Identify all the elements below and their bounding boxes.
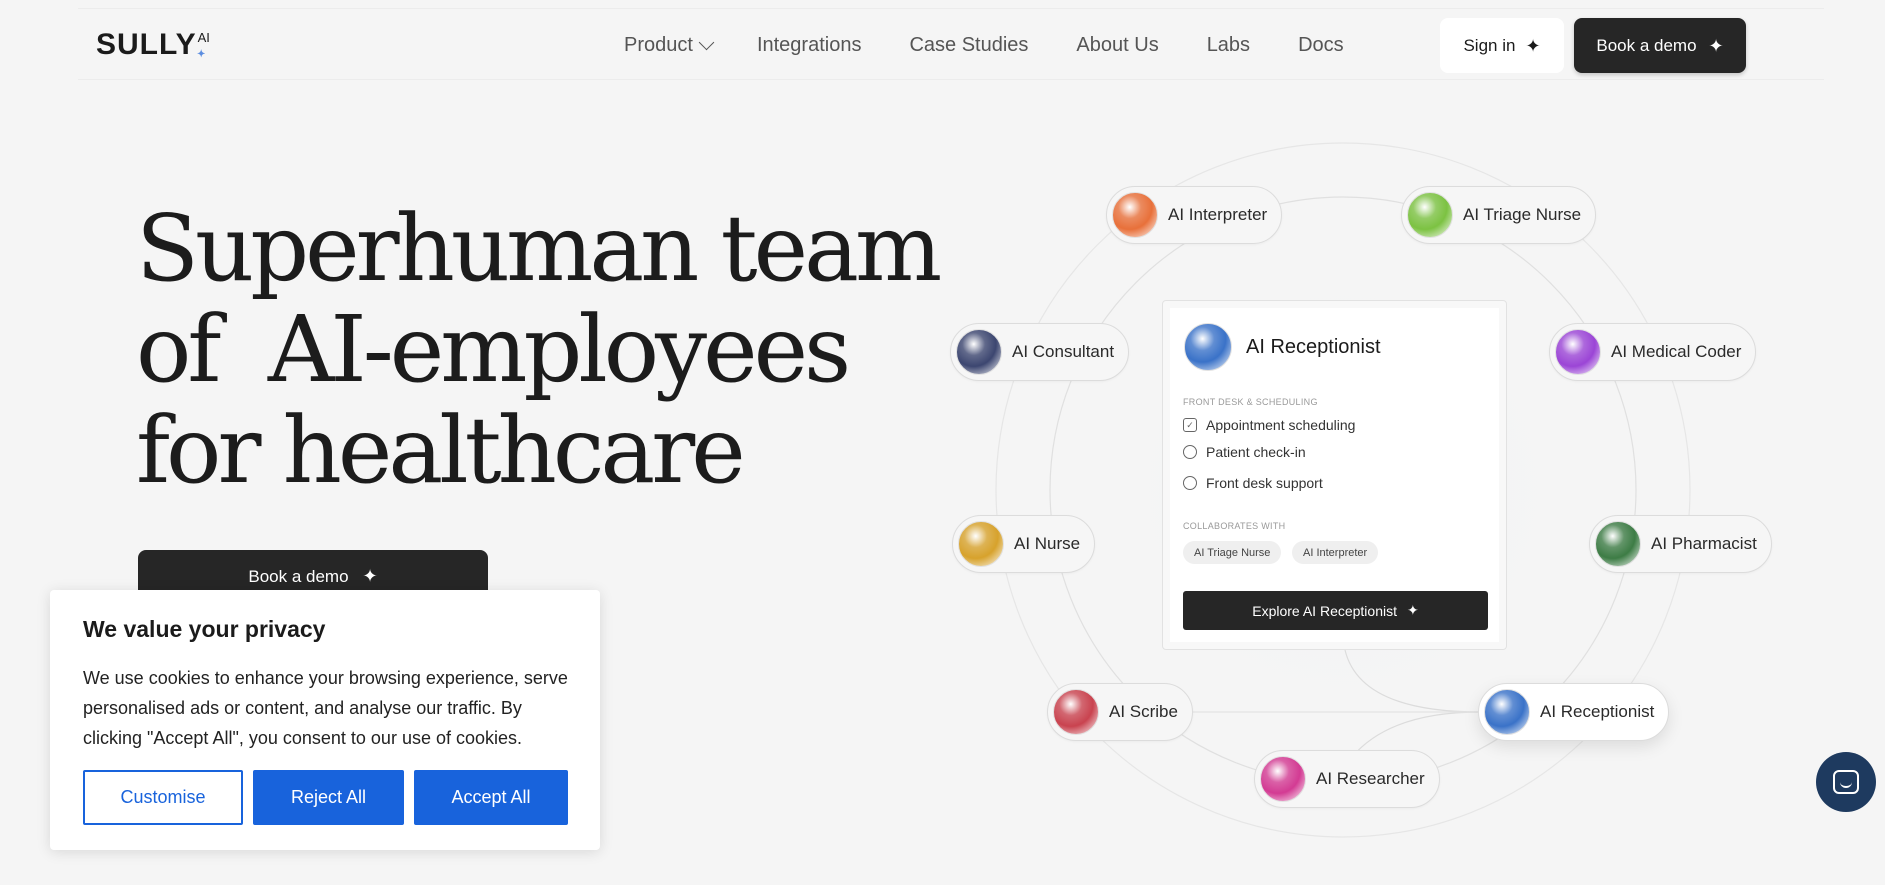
chip-label: AI Nurse (1014, 534, 1081, 553)
reject-all-button[interactable]: Reject All (253, 770, 404, 825)
orb-icon (1260, 756, 1306, 802)
book-demo-nav-label: Book a demo (1596, 35, 1697, 55)
card-item: Patient check-in (1183, 444, 1306, 460)
collaborator-pill[interactable]: AI Triage Nurse (1183, 541, 1282, 564)
cookie-body: We use cookies to enhance your browsing … (83, 668, 568, 748)
nav-about-us[interactable]: About Us (1076, 34, 1158, 57)
chip-label: AI Researcher (1316, 769, 1425, 788)
explore-button-label: Explore AI Receptionist (1252, 602, 1397, 619)
hero-title-line-1: Superhuman team (136, 195, 942, 302)
logo-sparkle-icon: ✦ (197, 49, 207, 60)
logo-ai-suffix: AI (197, 30, 210, 45)
chip-ai-receptionist[interactable]: AI Receptionist (1478, 683, 1670, 741)
cookie-consent-banner: We value your privacy We use cookies to … (50, 590, 600, 850)
orb-icon (956, 329, 1002, 375)
logo-text: SULLY (96, 28, 197, 61)
chip-label: AI Medical Coder (1611, 342, 1742, 361)
cookie-buttons: Customise Reject All Accept All (83, 770, 568, 825)
chip-label: AI Interpreter (1168, 205, 1268, 224)
sparkle-icon: ✦ (1407, 602, 1419, 618)
sully-logo[interactable]: SULLY AI ✦ (96, 28, 210, 62)
nav-labs[interactable]: Labs (1207, 34, 1250, 57)
chip-ai-scribe[interactable]: AI Scribe (1047, 683, 1193, 741)
chip-label: AI Triage Nurse (1463, 205, 1582, 224)
card-item: ✓ Appointment scheduling (1183, 417, 1355, 433)
chip-label: AI Receptionist (1540, 702, 1655, 721)
book-demo-nav-button[interactable]: Book a demo ✦ (1574, 18, 1746, 73)
explore-ai-receptionist-button[interactable]: Explore AI Receptionist ✦ (1183, 591, 1488, 630)
sign-in-button[interactable]: Sign in ✦ (1440, 18, 1564, 73)
chevron-down-icon (698, 34, 715, 51)
card-title: AI Receptionist (1246, 335, 1381, 358)
card-item-label: Patient check-in (1206, 444, 1306, 460)
chip-label: AI Scribe (1109, 702, 1178, 721)
card-section-label: FRONT DESK & SCHEDULING (1183, 397, 1318, 407)
card-header: AI Receptionist (1184, 323, 1381, 371)
hero-title: Superhuman team of AI-employees for heal… (136, 195, 942, 504)
hero-title-line-2: of AI-employees (136, 296, 851, 403)
orb-icon (1053, 689, 1099, 735)
nav-case-studies[interactable]: Case Studies (909, 34, 1028, 57)
card-item-label: Front desk support (1206, 475, 1323, 491)
chip-ai-researcher[interactable]: AI Researcher (1254, 750, 1440, 808)
sparkle-icon: ✦ (1708, 35, 1724, 56)
card-item: Front desk support (1183, 475, 1323, 491)
chip-ai-interpreter[interactable]: AI Interpreter (1106, 186, 1283, 244)
chip-label: AI Consultant (1012, 342, 1115, 361)
chip-ai-nurse[interactable]: AI Nurse (952, 515, 1096, 573)
orb-icon (1184, 323, 1232, 371)
orb-icon (1555, 329, 1601, 375)
sparkle-icon: ✦ (1525, 35, 1541, 56)
chip-ai-consultant[interactable]: AI Consultant (950, 323, 1130, 381)
sign-in-label: Sign in (1463, 35, 1516, 55)
card-item-label: Appointment scheduling (1206, 417, 1356, 433)
chip-ai-medical-coder[interactable]: AI Medical Coder (1549, 323, 1757, 381)
nav-product-dropdown[interactable]: Product (624, 34, 715, 57)
chat-icon (1833, 770, 1859, 794)
orb-icon (1407, 192, 1453, 238)
headset-icon (1183, 476, 1197, 490)
chip-label: AI Pharmacist (1651, 534, 1757, 553)
chat-launcher-button[interactable] (1816, 752, 1876, 812)
connector-line (1344, 649, 1481, 713)
card-section-label: COLLABORATES WITH (1183, 521, 1286, 531)
chip-ai-triage-nurse[interactable]: AI Triage Nurse (1401, 186, 1597, 244)
nav-product-label: Product (624, 34, 693, 56)
calendar-check-icon: ✓ (1183, 418, 1197, 432)
orb-icon (1112, 192, 1158, 238)
user-check-icon (1183, 445, 1197, 459)
ai-receptionist-card: AI Receptionist FRONT DESK & SCHEDULING … (1162, 300, 1507, 650)
accept-all-button[interactable]: Accept All (414, 770, 568, 825)
orb-icon (1595, 521, 1641, 567)
collaborator-pill[interactable]: AI Interpreter (1292, 541, 1379, 564)
cookie-title: We value your privacy (83, 616, 326, 642)
hero-title-line-3: for healthcare (136, 397, 746, 504)
customise-button[interactable]: Customise (83, 770, 243, 825)
orb-icon (1484, 689, 1530, 735)
chip-ai-pharmacist[interactable]: AI Pharmacist (1589, 515, 1772, 573)
orb-icon (958, 521, 1004, 567)
nav-links: Product Integrations Case Studies About … (624, 34, 1392, 57)
nav-docs[interactable]: Docs (1298, 34, 1344, 57)
nav-integrations[interactable]: Integrations (757, 34, 862, 57)
